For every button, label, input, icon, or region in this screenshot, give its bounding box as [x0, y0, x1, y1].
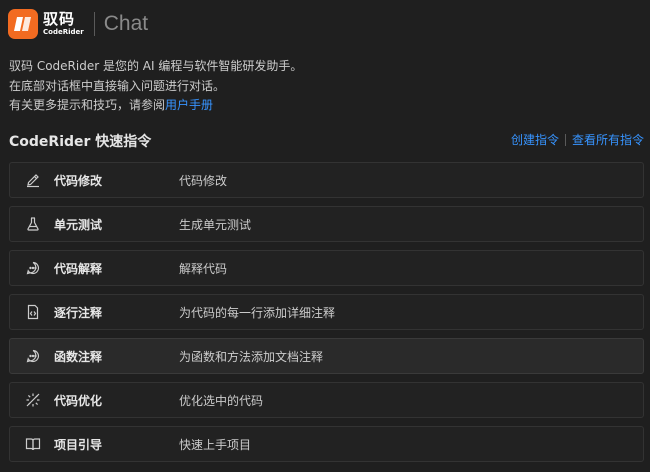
intro-text: 驭码 CodeRider 是您的 AI 编程与软件智能研发助手。 在底部对话框中…	[9, 57, 302, 116]
intro-line-3: 有关更多提示和技巧，请参阅用户手册	[9, 96, 302, 116]
command-name: 单元测试	[54, 217, 103, 232]
command-item[interactable]: 代码修改 代码修改	[9, 162, 644, 198]
create-command-link[interactable]: 创建指令	[511, 131, 559, 148]
page-title: Chat	[103, 12, 149, 35]
command-desc: 解释代码	[179, 261, 228, 276]
command-desc: 优化选中的代码	[179, 393, 264, 408]
command-desc: 为代码的每一行添加详细注释	[179, 305, 336, 320]
command-name: 代码修改	[54, 173, 103, 188]
header: 驭码 CodeRider Chat	[8, 8, 148, 40]
command-item[interactable]: 代码优化 优化选中的代码	[9, 382, 644, 418]
section-title: CodeRider 快速指令	[9, 134, 152, 150]
command-list: 代码修改 代码修改 单元测试 生成单元测试 代码解释 解释代码 逐行注释 为代码…	[9, 162, 644, 470]
command-item[interactable]: 项目引导 快速上手项目	[9, 426, 644, 462]
intro-line-1: 驭码 CodeRider 是您的 AI 编程与软件智能研发助手。	[9, 59, 303, 73]
chat-bubble-icon	[25, 260, 41, 276]
flask-icon	[25, 216, 41, 232]
command-name: 项目引导	[54, 437, 103, 452]
command-item[interactable]: 单元测试 生成单元测试	[9, 206, 644, 242]
command-item[interactable]: 函数注释 为函数和方法添加文档注释	[9, 338, 644, 374]
command-name: 函数注释	[54, 349, 103, 364]
command-desc: 为函数和方法添加文档注释	[179, 349, 324, 364]
command-item[interactable]: 代码解释 解释代码	[9, 250, 644, 286]
command-desc: 生成单元测试	[179, 217, 252, 232]
logo-en: CodeRider	[43, 28, 84, 36]
command-name: 代码优化	[54, 393, 103, 408]
logo-cn: 驭码	[43, 10, 76, 28]
code-file-icon	[25, 304, 41, 320]
command-desc: 代码修改	[179, 173, 228, 188]
command-desc: 快速上手项目	[179, 437, 252, 452]
command-name: 代码解释	[54, 261, 103, 276]
view-all-commands-link[interactable]: 查看所有指令	[572, 131, 644, 148]
command-item[interactable]: 逐行注释 为代码的每一行添加详细注释	[9, 294, 644, 330]
logo-text: 驭码 CodeRider	[43, 12, 84, 36]
sparkle-icon	[25, 392, 41, 408]
book-icon	[25, 436, 41, 452]
user-manual-link[interactable]: 用户手册	[165, 98, 213, 112]
intro-line-3-prefix: 有关更多提示和技巧，请参阅	[9, 98, 166, 112]
section-links: 创建指令 查看所有指令	[511, 131, 644, 148]
header-divider	[93, 12, 95, 36]
pencil-icon	[25, 172, 41, 188]
intro-line-2: 在底部对话框中直接输入问题进行对话。	[9, 78, 226, 93]
command-name: 逐行注释	[54, 305, 103, 320]
coderider-logo-icon	[8, 9, 38, 39]
chat-bubble-icon	[25, 348, 41, 364]
link-separator	[564, 133, 566, 146]
